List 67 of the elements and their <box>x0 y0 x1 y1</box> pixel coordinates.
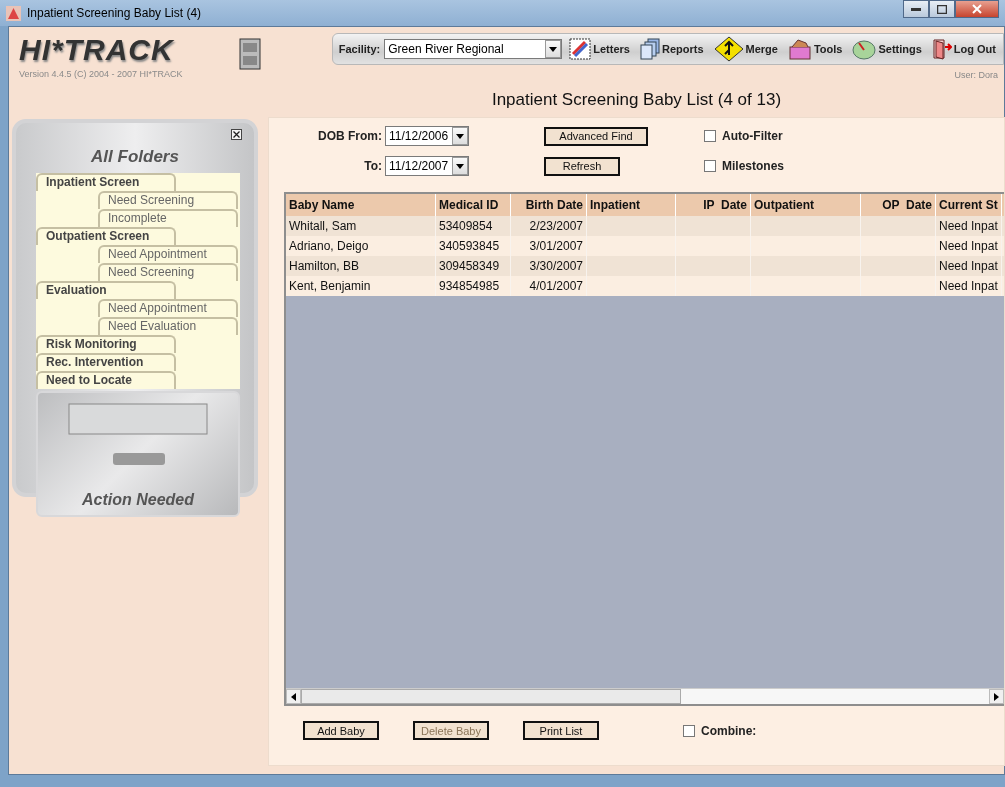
folder-tab[interactable]: Evaluation <box>36 281 176 299</box>
folder-tab[interactable]: Inpatient Screen <box>36 173 176 191</box>
folder-tab[interactable]: Need to Locate <box>36 371 176 389</box>
toolbox-icon <box>787 38 812 60</box>
app-logo: HI*TRACK <box>19 33 175 67</box>
checkbox[interactable] <box>704 130 716 142</box>
date-dropdown[interactable]: 11/12/2006 <box>385 126 469 146</box>
user-label: User: Dora <box>954 70 998 80</box>
right-arrow-icon <box>994 692 999 701</box>
folder-tab[interactable]: Outpatient Screen <box>36 227 176 245</box>
maximize-button[interactable] <box>929 0 955 18</box>
panel-title: All Folders <box>90 147 180 167</box>
table-cell: 934854985 <box>436 276 511 296</box>
facility-label: Facility: <box>338 43 381 55</box>
maximize-icon <box>937 4 947 14</box>
to-label: To: <box>364 159 382 173</box>
minimize-button[interactable] <box>903 0 929 18</box>
minimize-icon <box>911 7 921 11</box>
documents-icon <box>639 38 660 60</box>
table-cell: Kent, Benjamin <box>286 276 436 296</box>
checkbox-label: Auto-Filter <box>722 129 783 143</box>
close-icon[interactable] <box>231 129 242 140</box>
combine-label: Combine: <box>701 723 757 738</box>
advanced-find-button[interactable]: Advanced Find <box>544 126 648 146</box>
subfolder-tab[interactable]: Need Evaluation <box>98 317 238 335</box>
scroll-right-button[interactable] <box>989 689 1004 704</box>
date-dropdown[interactable]: 11/12/2007 <box>385 156 469 176</box>
subfolder-tab[interactable]: Need Appointment <box>98 245 238 263</box>
caret-icon <box>549 46 558 52</box>
table-cell: Need Inpat <box>936 276 1002 296</box>
table-cell: 4/01/2007 <box>511 276 587 296</box>
dob-from-label: DOB From: <box>318 129 382 143</box>
left-arrow-icon <box>291 692 296 701</box>
door-exit-icon <box>931 38 952 60</box>
app-icon <box>6 5 21 21</box>
toolbar-button[interactable]: Settings <box>849 38 925 60</box>
subfolder-tab[interactable]: Need Screening <box>98 263 238 281</box>
stamp-icon <box>569 38 592 60</box>
subfolder-tab[interactable]: Need Screening <box>98 191 238 209</box>
footer-button[interactable]: Add Baby <box>303 721 379 740</box>
folder-tab[interactable]: Rec. Intervention <box>36 353 176 371</box>
subfolder-tab[interactable]: Need Appointment <box>98 299 238 317</box>
toolbar-button[interactable]: Reports <box>636 38 707 60</box>
gauge-icon <box>852 38 877 60</box>
caret-icon <box>456 133 464 139</box>
checkbox[interactable] <box>704 160 716 172</box>
toolbar-button[interactable]: Merge <box>710 36 781 62</box>
version-text: Version 4.4.5 (C) 2004 - 2007 HI*TRACK <box>19 69 184 79</box>
scroll-left-button[interactable] <box>286 689 301 704</box>
subfolder-tab[interactable]: Incomplete <box>98 209 238 227</box>
refresh-button[interactable]: Refresh <box>544 156 620 176</box>
facility-dropdown[interactable]: Green River Regional <box>384 39 563 59</box>
close-button[interactable] <box>955 0 999 18</box>
caret-icon <box>456 163 464 169</box>
checkbox[interactable] <box>683 724 695 737</box>
toolbar-button[interactable]: Log Out <box>928 38 999 60</box>
close-icon <box>972 4 982 14</box>
folder-tab[interactable]: Risk Monitoring <box>36 335 176 353</box>
merge-sign-icon <box>713 36 744 62</box>
window-title: Inpatient Screening Baby List (4) <box>27 6 202 20</box>
checkbox-label: Milestones <box>722 159 784 173</box>
page-title: Inpatient Screening Baby List (4 of 13) <box>490 90 783 108</box>
scrollbar-thumb[interactable] <box>301 689 681 704</box>
drawer-drawing: Action Needed <box>36 391 240 517</box>
footer-button[interactable]: Print List <box>523 721 599 740</box>
toolbar-button[interactable]: Tools <box>784 38 846 60</box>
toolbar-button[interactable]: Letters <box>566 38 633 60</box>
